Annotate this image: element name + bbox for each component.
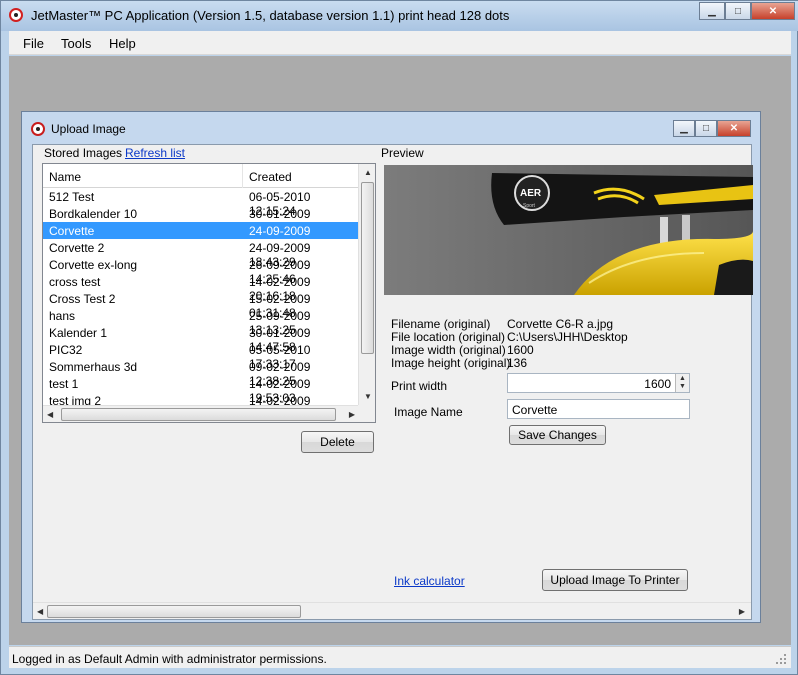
- row-name: 512 Test: [49, 190, 95, 204]
- menu-bar: File Tools Help: [9, 31, 791, 55]
- table-row[interactable]: PIC32 05-05-2010 17:33:17: [43, 341, 359, 371]
- filename-value: Corvette C6-R a.jpg: [507, 317, 614, 331]
- dialog-client: Stored Images Refresh list Preview Name …: [32, 144, 753, 620]
- filename-label: Filename (original): [391, 317, 491, 331]
- table-row[interactable]: Corvette ex-long 26-09-2009 14:25:46: [43, 256, 359, 286]
- print-width-value: 1600: [644, 377, 671, 391]
- preview-label: Preview: [381, 146, 424, 160]
- scroll-right-arrow-icon[interactable]: ▶: [349, 410, 355, 419]
- table-row[interactable]: Bordkalender 1030-01-2009 16:26:36: [43, 205, 359, 235]
- preview-logo-text: AER: [520, 188, 542, 199]
- dialog-close-button[interactable]: ✕: [717, 120, 751, 137]
- row-name: Corvette 2: [49, 241, 105, 255]
- print-width-spinner[interactable]: ▲ ▼: [675, 374, 689, 392]
- preview-image: AER Sport: [384, 165, 753, 295]
- row-name: Kalender 1: [49, 326, 108, 340]
- menu-tools[interactable]: Tools: [61, 36, 91, 51]
- row-name: test 1: [49, 377, 79, 391]
- preview-logo-subtext: Sport: [523, 203, 536, 209]
- vertical-scroll-thumb[interactable]: [361, 182, 374, 354]
- row-name: Bordkalender 10: [49, 207, 138, 221]
- ink-calculator-link[interactable]: Ink calculator: [394, 574, 465, 588]
- app-logo-icon: [9, 8, 23, 22]
- table-row[interactable]: Corvette 24-09-2009 14:52:27: [43, 222, 359, 252]
- refresh-list-link[interactable]: Refresh list: [125, 146, 185, 160]
- window-title: JetMaster™ PC Application (Version 1.5, …: [31, 8, 510, 23]
- stored-images-label: Stored Images: [44, 146, 123, 160]
- row-name: Corvette ex-long: [49, 258, 138, 272]
- row-name: cross test: [49, 275, 101, 289]
- upload-image-window: Upload Image ▁ □ ✕ Stored Images Refresh…: [21, 111, 761, 623]
- list-vertical-scrollbar[interactable]: ▲ ▼: [358, 164, 375, 405]
- image-preview: AER Sport: [384, 165, 753, 295]
- minimize-button[interactable]: ▁: [699, 2, 725, 20]
- image-name-label: Image Name: [394, 405, 463, 419]
- menu-help[interactable]: Help: [109, 36, 136, 51]
- dialog-maximize-button[interactable]: □: [695, 120, 717, 137]
- dialog-minimize-button[interactable]: ▁: [673, 120, 695, 137]
- image-height-value: 136: [507, 356, 528, 370]
- stored-images-list[interactable]: Name Created 512 Test 06-05-2010 12:15:24…: [42, 163, 376, 423]
- status-bar: Logged in as Default Admin with administ…: [9, 646, 791, 668]
- upload-image-to-printer-button[interactable]: Upload Image To Printer: [542, 569, 688, 591]
- print-width-input[interactable]: 1600 ▲ ▼: [507, 373, 690, 393]
- image-width-label: Image width (original): [391, 343, 506, 357]
- spin-down-icon[interactable]: ▼: [679, 383, 686, 390]
- scroll-up-arrow-icon[interactable]: ▲: [364, 168, 372, 177]
- spin-up-icon[interactable]: ▲: [679, 375, 686, 382]
- table-row[interactable]: cross test 14-02-2009 20:16:18: [43, 273, 359, 303]
- dialog-scroll-thumb[interactable]: [47, 605, 301, 618]
- title-bar: JetMaster™ PC Application (Version 1.5, …: [1, 1, 798, 31]
- row-name: Sommerhaus 3d: [49, 360, 138, 374]
- image-height-label: Image height (original): [391, 356, 511, 370]
- row-name: hans: [49, 309, 76, 323]
- file-location-value: C:\Users\JHH\Desktop: [507, 330, 628, 344]
- list-horizontal-scrollbar[interactable]: ◀ ▶: [43, 405, 359, 422]
- row-name: Cross Test 2: [49, 292, 116, 306]
- image-name-input[interactable]: Corvette: [507, 399, 690, 419]
- scroll-down-arrow-icon[interactable]: ▼: [364, 392, 372, 401]
- upload-image-title-bar[interactable]: Upload Image ▁ □ ✕: [22, 112, 760, 138]
- table-row[interactable]: test 1 14-02-2009 19:53:03: [43, 375, 359, 405]
- table-row[interactable]: Sommerhaus 3d 09-02-2009 12:38:25: [43, 358, 359, 388]
- maximize-button[interactable]: □: [725, 2, 751, 20]
- table-row[interactable]: Corvette 2 24-09-2009 18:43:29: [43, 239, 359, 269]
- table-row[interactable]: hans 25-09-2009 13:13:25: [43, 307, 359, 337]
- dialog-horizontal-scrollbar[interactable]: ◀ ▶: [33, 602, 751, 619]
- app-window: JetMaster™ PC Application (Version 1.5, …: [0, 0, 798, 675]
- resize-grip-icon[interactable]: [775, 653, 787, 665]
- table-row[interactable]: 512 Test 06-05-2010 12:15:24: [43, 188, 359, 218]
- status-text: Logged in as Default Admin with administ…: [12, 652, 327, 666]
- row-name: Corvette: [49, 224, 95, 238]
- table-row[interactable]: Kalender 1 30-01-2009 14:47:58: [43, 324, 359, 354]
- scroll-left-arrow-icon[interactable]: ◀: [47, 410, 53, 419]
- close-button[interactable]: ✕: [751, 2, 795, 20]
- column-header-created[interactable]: Created: [243, 164, 359, 188]
- dialog-logo-icon: [31, 122, 45, 136]
- menu-file[interactable]: File: [23, 36, 44, 51]
- dialog-title: Upload Image: [51, 122, 126, 136]
- save-changes-button[interactable]: Save Changes: [509, 425, 606, 445]
- list-rows: 512 Test 06-05-2010 12:15:24 Bordkalender …: [43, 188, 359, 422]
- list-header: Name Created: [43, 164, 359, 188]
- print-width-label: Print width: [391, 379, 448, 393]
- horizontal-scroll-thumb[interactable]: [61, 408, 336, 421]
- row-name: PIC32: [49, 343, 83, 357]
- delete-button[interactable]: Delete: [301, 431, 374, 453]
- dialog-scroll-left-icon[interactable]: ◀: [37, 607, 43, 616]
- dialog-scroll-right-icon[interactable]: ▶: [739, 607, 745, 616]
- image-width-value: 1600: [507, 343, 534, 357]
- column-header-name[interactable]: Name: [43, 164, 243, 188]
- scroll-corner: [358, 405, 375, 422]
- file-location-label: File location (original): [391, 330, 506, 344]
- table-row[interactable]: Cross Test 2 15-02-2009 01:31:48: [43, 290, 359, 320]
